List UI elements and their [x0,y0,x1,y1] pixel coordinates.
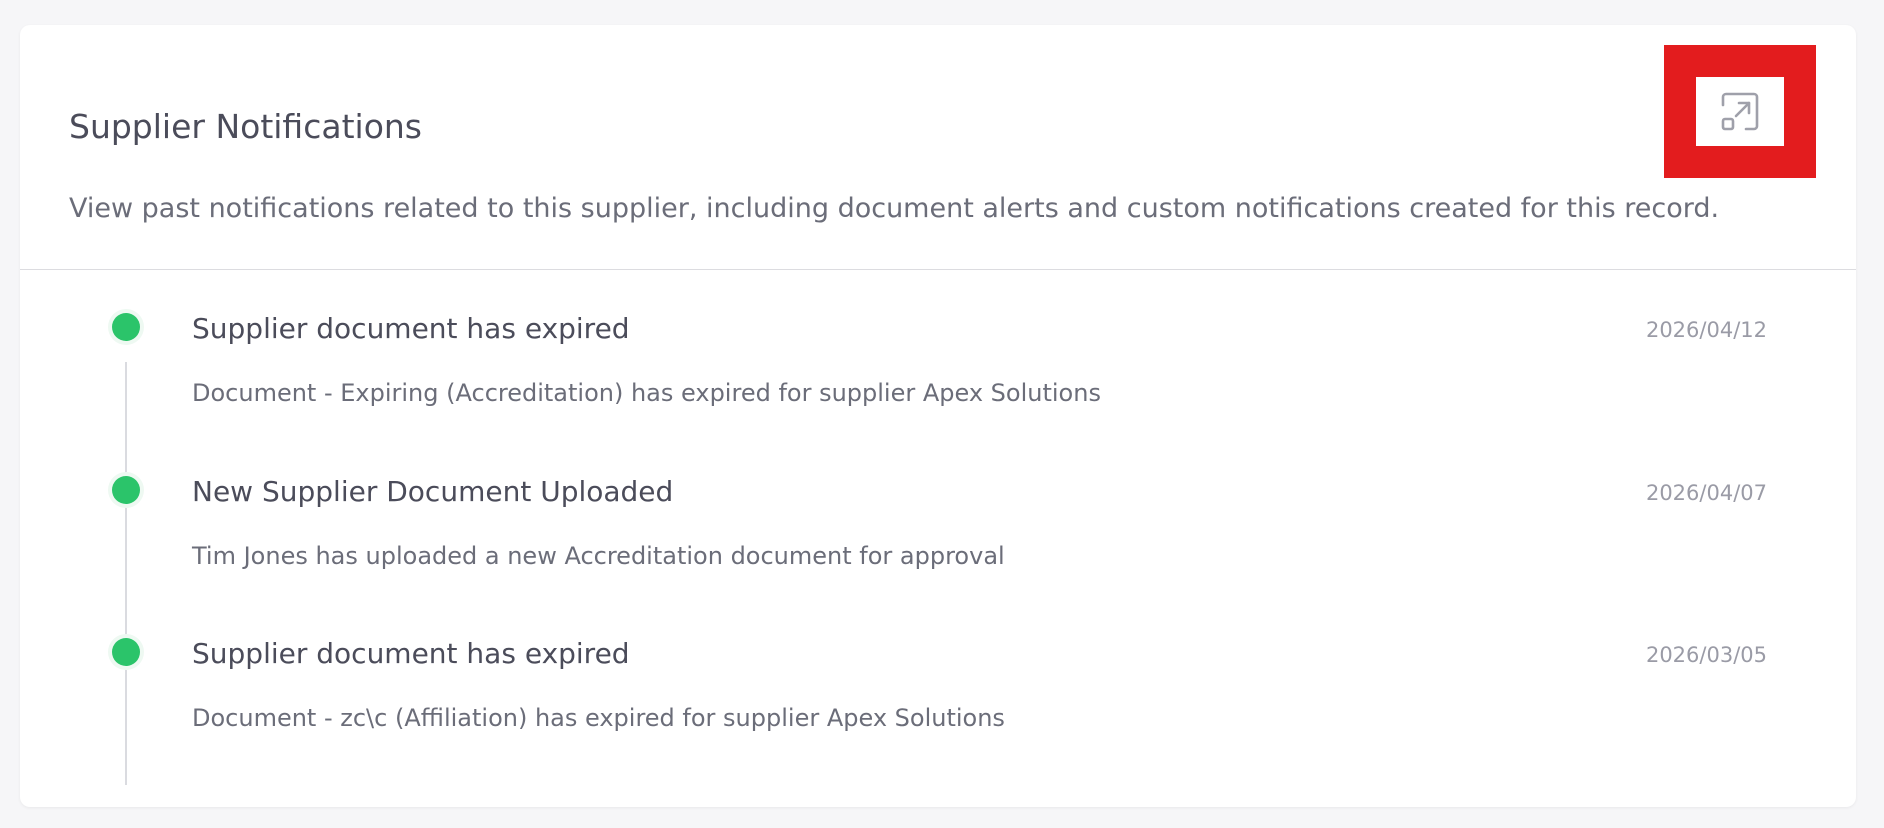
notification-body: Document - zc\c (Affiliation) has expire… [192,704,1005,732]
notification-title: Supplier document has expired [192,637,630,670]
supplier-notifications-panel: Supplier Notifications View past notific… [20,25,1856,807]
expand-button[interactable] [1696,77,1784,146]
notification-item: Supplier document has expired 2026/04/12… [20,305,1856,445]
panel-header: Supplier Notifications View past notific… [20,25,1856,270]
status-dot [112,476,140,504]
status-dot [112,638,140,666]
notification-date: 2026/03/05 [1645,643,1767,667]
notification-date: 2026/04/12 [1645,318,1767,342]
notification-item: New Supplier Document Uploaded 2026/04/0… [20,468,1856,608]
notification-body: Document - Expiring (Accreditation) has … [192,379,1101,407]
notification-body: Tim Jones has uploaded a new Accreditati… [192,542,1005,570]
panel-title: Supplier Notifications [69,107,422,146]
notification-item: Supplier document has expired 2026/03/05… [20,630,1856,770]
notification-title: Supplier document has expired [192,312,630,345]
panel-description: View past notifications related to this … [69,193,1720,224]
notification-title: New Supplier Document Uploaded [192,475,674,508]
status-dot [112,313,140,341]
notification-date: 2026/04/07 [1645,481,1767,505]
open-in-new-window-icon [1718,90,1762,134]
